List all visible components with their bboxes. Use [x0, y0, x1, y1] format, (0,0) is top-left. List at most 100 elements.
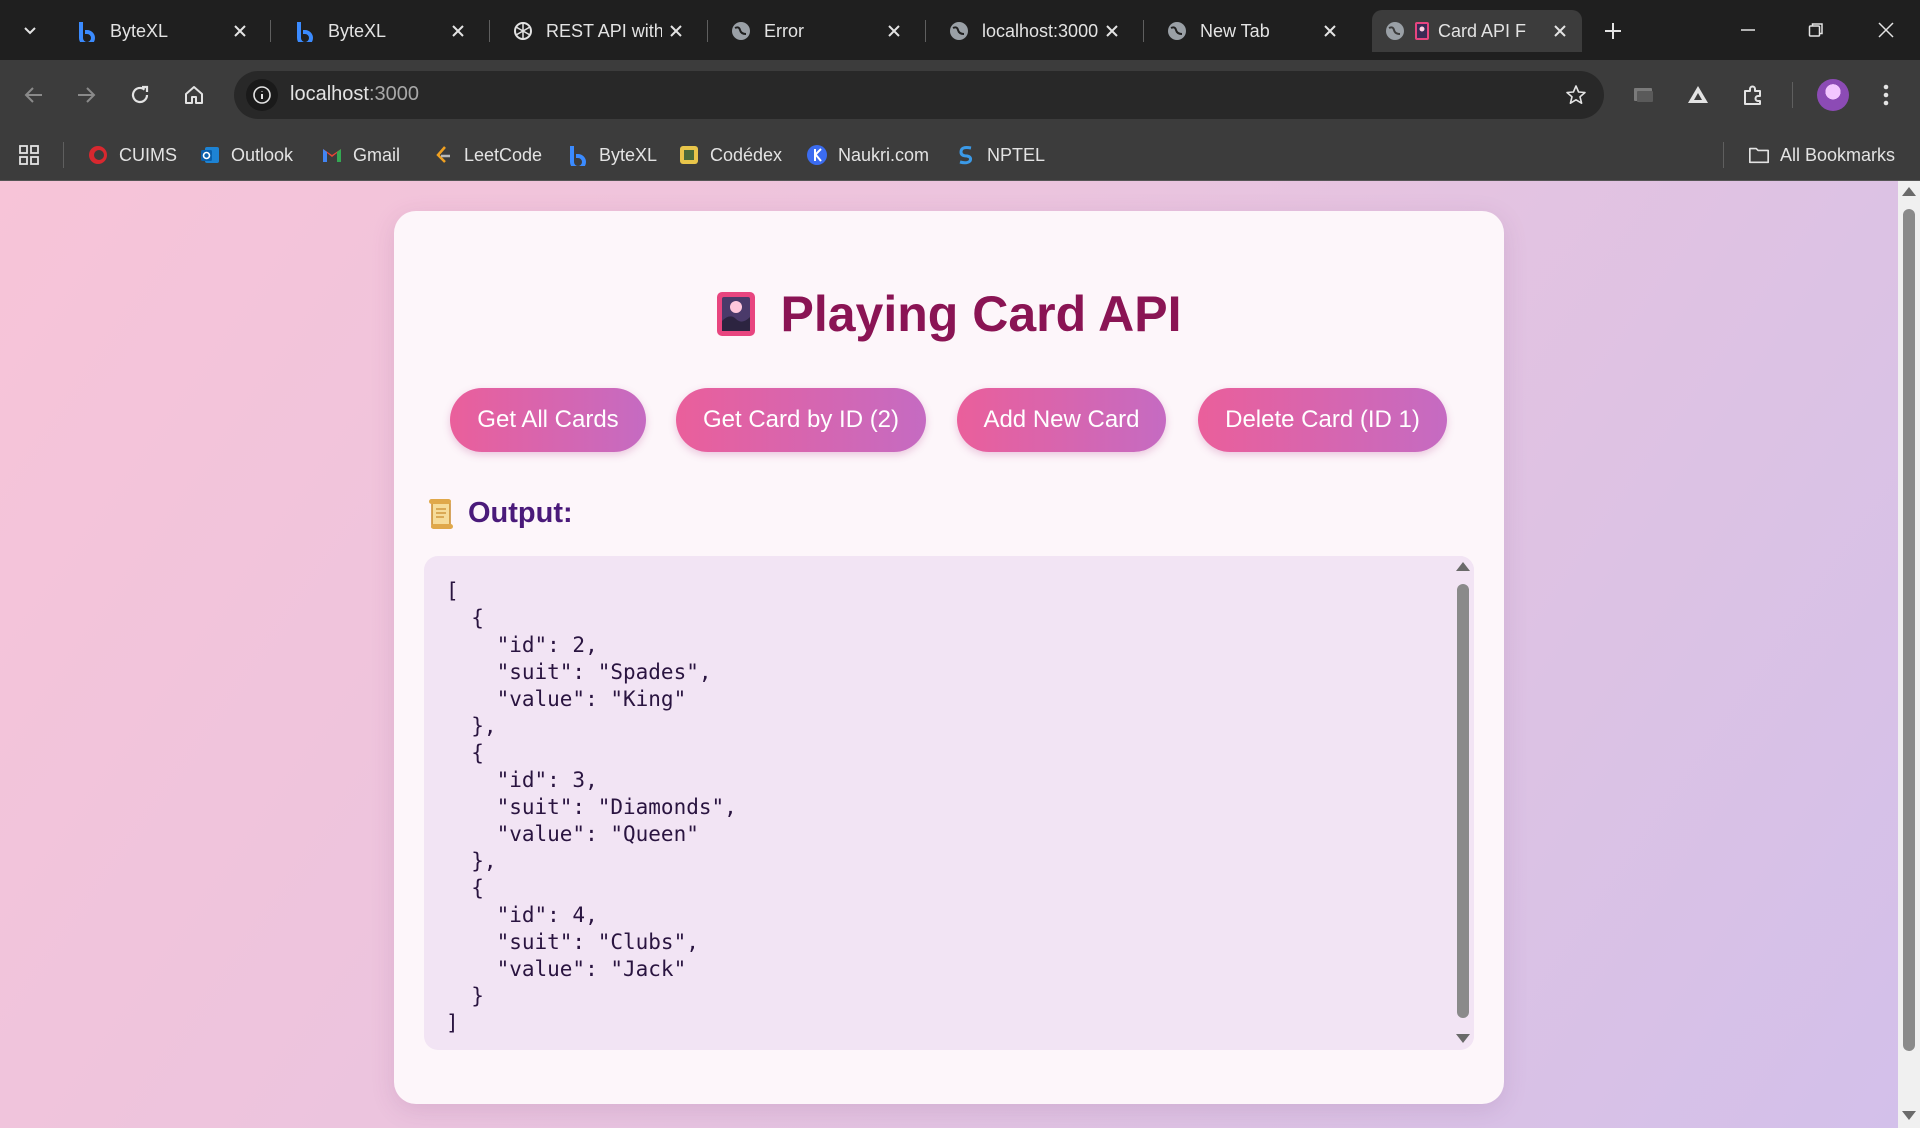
tab-divider: [489, 20, 490, 42]
page-scrollbar-thumb[interactable]: [1903, 209, 1915, 1051]
minimize-icon[interactable]: [1720, 10, 1776, 50]
codedex-icon: [678, 144, 700, 166]
browser-menu-icon[interactable]: [1868, 77, 1904, 113]
bookmark-nptel[interactable]: NPTEL: [955, 142, 1045, 168]
close-icon[interactable]: [1098, 17, 1126, 45]
playing-card-icon: [1414, 20, 1430, 42]
output-heading: Output:: [426, 497, 573, 530]
tab-divider: [707, 20, 708, 42]
tab-search-chevron-icon[interactable]: [12, 12, 48, 48]
close-icon[interactable]: [1316, 17, 1344, 45]
page-title-text: Playing Card API: [780, 286, 1182, 342]
scroll-icon: [426, 498, 456, 530]
close-icon[interactable]: [1546, 17, 1574, 45]
close-icon[interactable]: [444, 17, 472, 45]
flower-playing-card-icon: [716, 291, 756, 337]
bookmarks-divider: [63, 142, 64, 168]
tab-divider: [270, 20, 271, 42]
page-viewport: Playing Card API Get All Cards Get Card …: [0, 181, 1898, 1128]
bookmark-label: ByteXL: [599, 144, 658, 165]
forward-arrow-icon[interactable]: [66, 75, 106, 115]
close-icon[interactable]: [880, 17, 908, 45]
page-scrollbar[interactable]: [1898, 181, 1920, 1128]
tab-label: New Tab: [1200, 20, 1270, 41]
home-icon[interactable]: [174, 75, 214, 115]
cast-extension-icon[interactable]: [1626, 77, 1662, 113]
tab-bytexl-2[interactable]: ByteXL: [280, 10, 480, 52]
bookmark-star-icon[interactable]: [1562, 81, 1590, 109]
tab-card-api[interactable]: Card API F: [1372, 10, 1582, 52]
scroll-down-arrow-icon[interactable]: [1902, 1111, 1916, 1120]
url-text[interactable]: localhost:3000: [290, 83, 419, 106]
url-host: localhost: [290, 83, 369, 105]
bookmark-cuims[interactable]: CUIMS: [87, 142, 177, 168]
address-bar[interactable]: localhost:3000: [234, 71, 1604, 119]
window-close-icon[interactable]: [1858, 10, 1914, 50]
bookmark-label: Gmail: [353, 144, 401, 165]
bookmark-label: NPTEL: [987, 144, 1046, 165]
tab-error[interactable]: Error: [716, 10, 916, 52]
bookmark-gmail[interactable]: Gmail: [321, 142, 400, 168]
output-panel[interactable]: [ { "id": 2, "suit": "Spades", "value": …: [424, 556, 1474, 1050]
apps-grid-icon[interactable]: [18, 142, 40, 168]
delete-card-button[interactable]: Delete Card (ID 1): [1198, 388, 1447, 452]
toolbar-divider: [1792, 82, 1793, 108]
get-all-cards-button[interactable]: Get All Cards: [450, 388, 646, 452]
globe-icon: [948, 20, 970, 42]
scroll-up-arrow-icon[interactable]: [1456, 562, 1470, 571]
all-bookmarks-label: All Bookmarks: [1780, 144, 1896, 165]
bookmarks-divider: [1723, 142, 1724, 168]
leetcode-icon: [432, 144, 454, 166]
outlook-icon: [199, 144, 221, 166]
output-label-text: Output:: [468, 497, 573, 529]
bookmark-label: Codédex: [710, 144, 783, 165]
extensions-puzzle-icon[interactable]: [1735, 77, 1771, 113]
url-port: :3000: [368, 83, 419, 105]
tab-strip: ByteXL ByteXL REST API with Error localh…: [0, 0, 1920, 60]
gmail-icon: [321, 144, 343, 166]
bytexl-icon: [294, 20, 316, 42]
restore-icon[interactable]: [1788, 10, 1844, 50]
back-arrow-icon[interactable]: [14, 75, 54, 115]
bookmark-label: Naukri.com: [838, 144, 930, 165]
globe-icon: [1166, 20, 1188, 42]
tab-label: localhost:3000: [982, 20, 1098, 41]
site-info-icon[interactable]: [246, 79, 278, 111]
profile-avatar[interactable]: [1817, 79, 1849, 111]
new-tab-plus-icon[interactable]: [1594, 12, 1632, 50]
cuims-icon: [87, 144, 109, 166]
bookmark-leetcode[interactable]: LeetCode: [432, 142, 542, 168]
page-title: Playing Card API: [394, 285, 1504, 343]
tab-bytexl-1[interactable]: ByteXL: [62, 10, 262, 52]
add-new-card-button[interactable]: Add New Card: [957, 388, 1166, 452]
tab-rest-api[interactable]: REST API with: [498, 10, 698, 52]
openai-icon: [512, 20, 534, 42]
output-scrollbar[interactable]: [1452, 556, 1474, 1050]
folder-icon: [1748, 144, 1770, 166]
bookmark-label: Outlook: [231, 144, 294, 165]
bookmark-bytexl[interactable]: ByteXL: [567, 142, 657, 168]
tab-label: ByteXL: [110, 20, 169, 41]
tab-divider: [925, 20, 926, 42]
bookmark-naukri[interactable]: Naukri.com: [806, 142, 929, 168]
all-bookmarks-button[interactable]: All Bookmarks: [1748, 142, 1895, 168]
close-icon[interactable]: [662, 17, 690, 45]
drive-extension-icon[interactable]: [1680, 77, 1716, 113]
output-json: [ { "id": 2, "suit": "Spades", "value": …: [446, 579, 737, 1035]
bookmark-label: CUIMS: [119, 144, 177, 165]
tab-label: ByteXL: [328, 20, 387, 41]
reload-icon[interactable]: [120, 75, 160, 115]
bookmark-outlook[interactable]: Outlook: [199, 142, 293, 168]
scroll-up-arrow-icon[interactable]: [1902, 187, 1916, 196]
tab-new-tab[interactable]: New Tab: [1152, 10, 1352, 52]
close-icon[interactable]: [226, 17, 254, 45]
bytexl-icon: [567, 144, 589, 166]
globe-icon: [1384, 20, 1406, 42]
tab-divider: [1143, 20, 1144, 42]
output-scrollbar-thumb[interactable]: [1457, 584, 1469, 1018]
scroll-down-arrow-icon[interactable]: [1456, 1034, 1470, 1043]
browser-toolbar: localhost:3000: [0, 60, 1920, 130]
bookmark-codedex[interactable]: Codédex: [678, 142, 782, 168]
get-card-by-id-button[interactable]: Get Card by ID (2): [676, 388, 926, 452]
tab-localhost[interactable]: localhost:3000: [934, 10, 1134, 52]
